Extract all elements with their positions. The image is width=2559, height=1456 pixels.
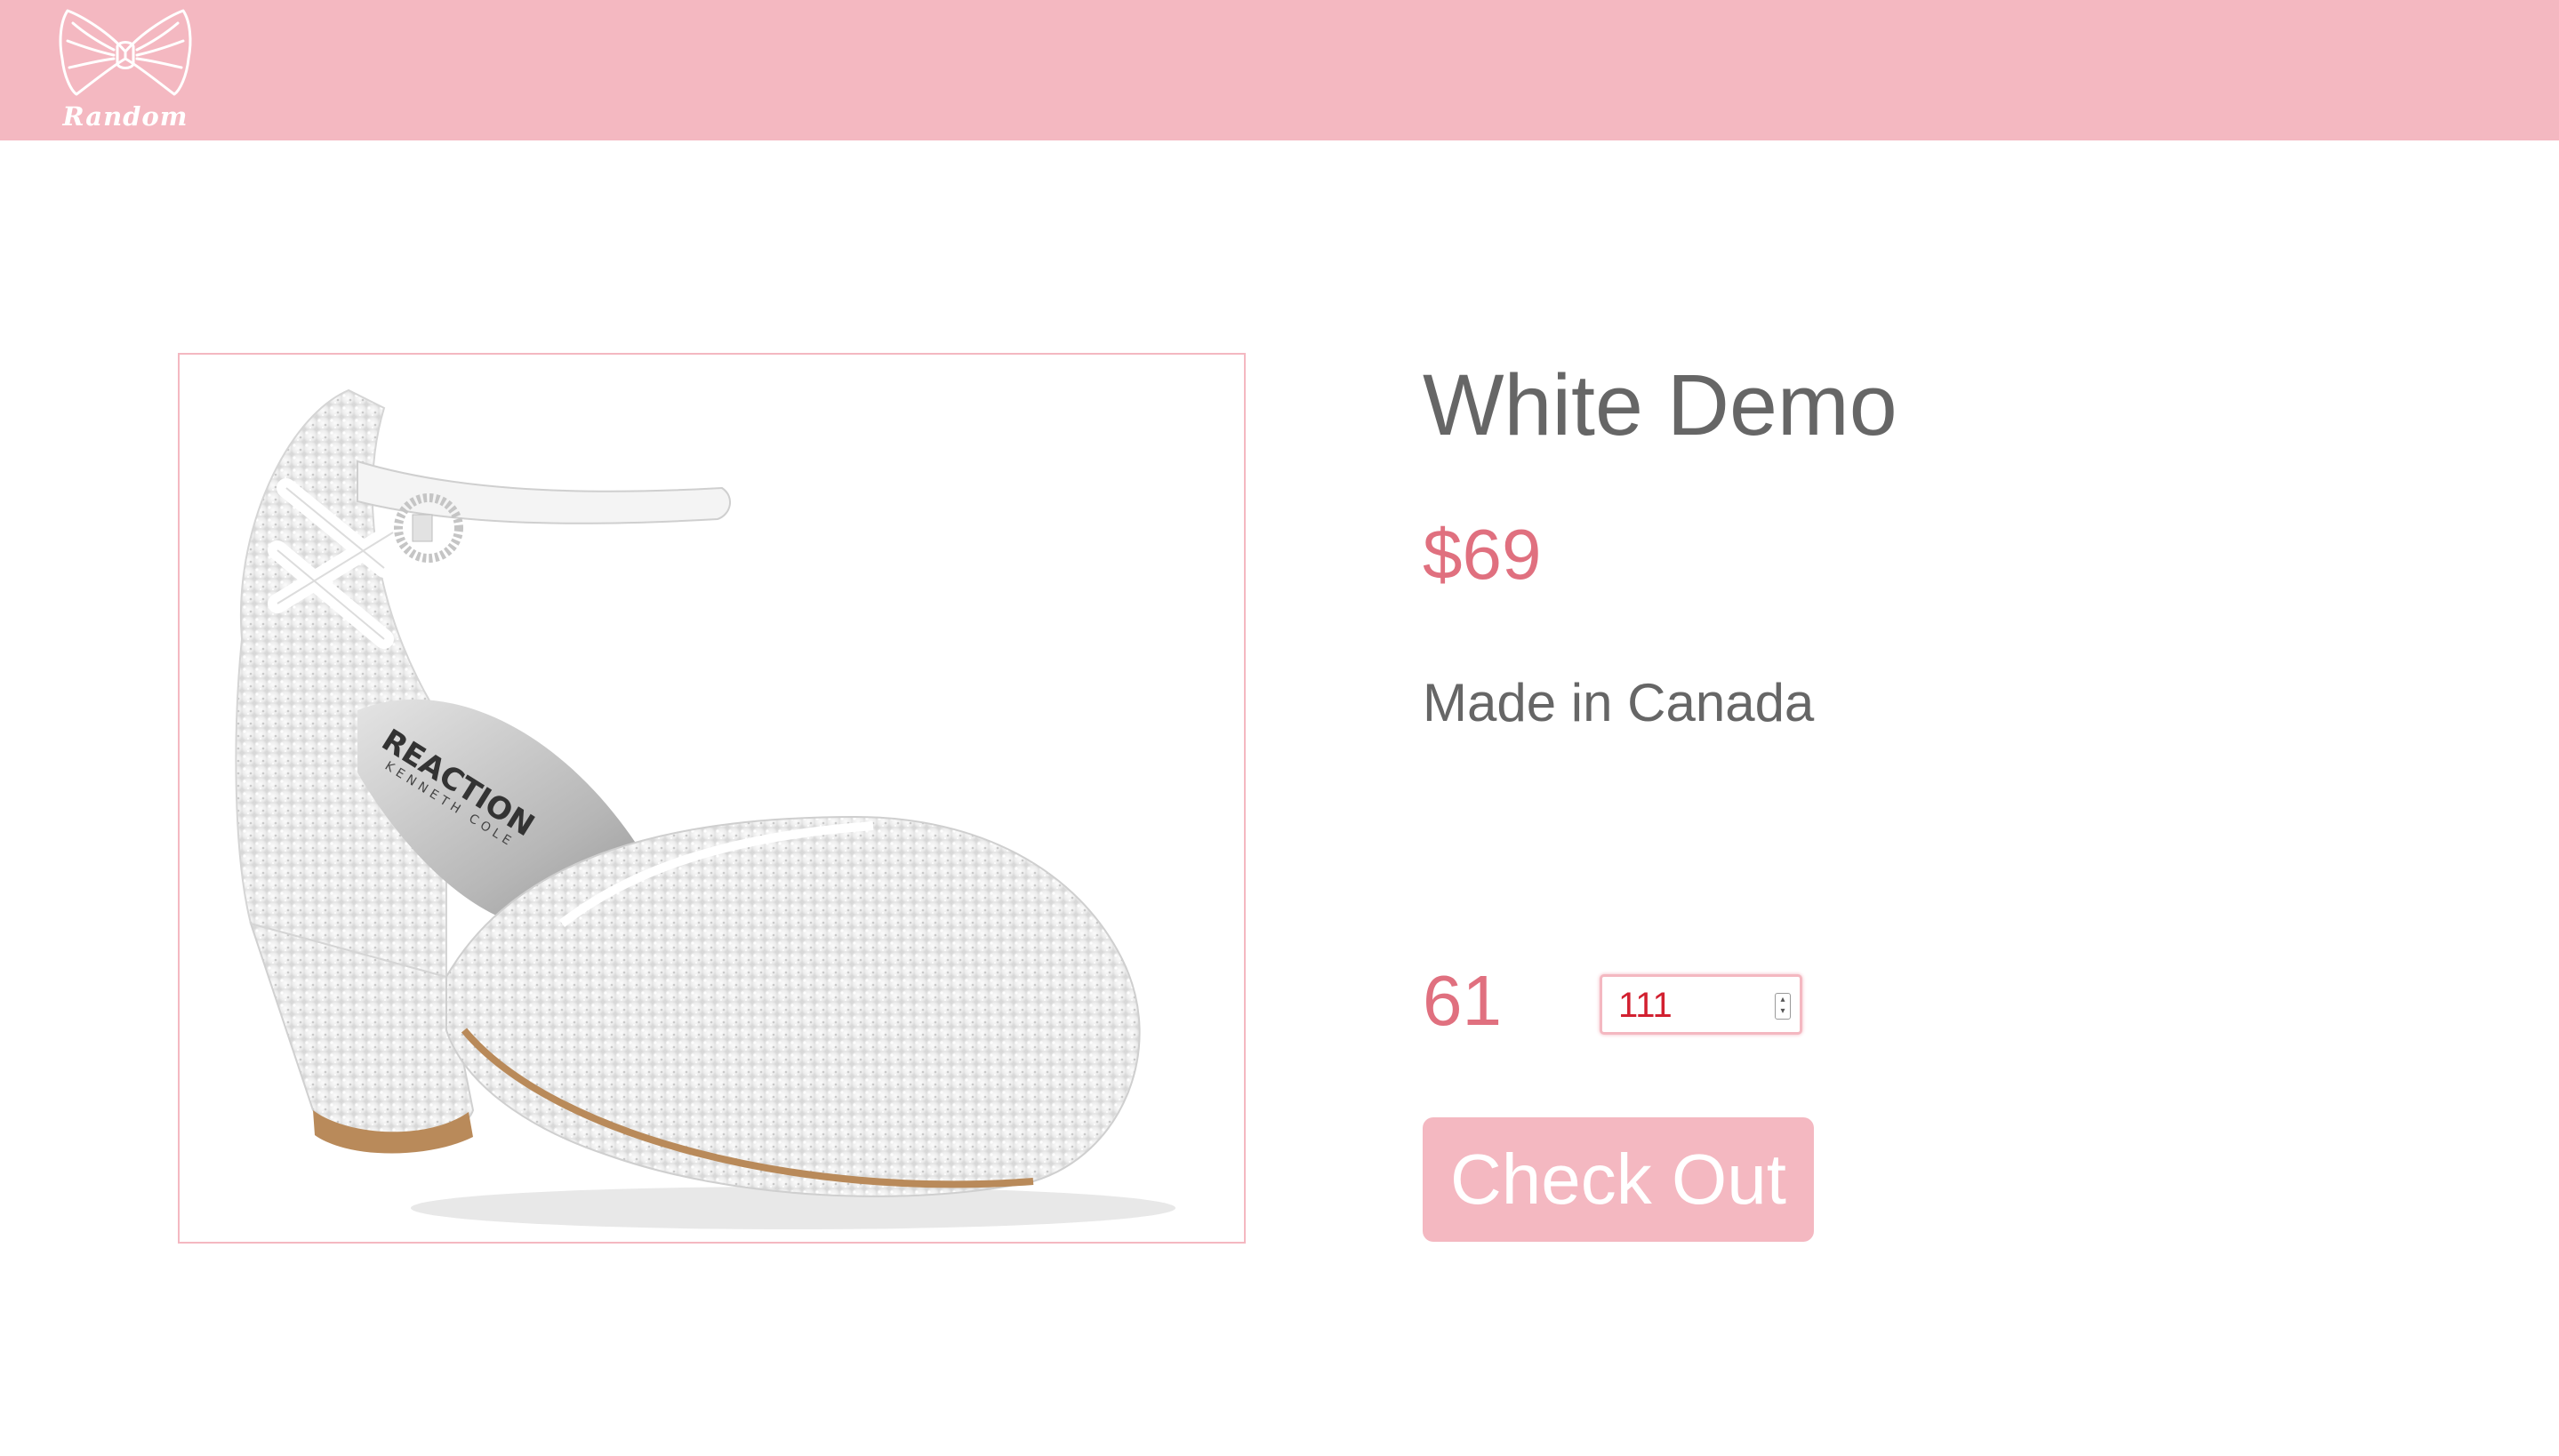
product-price: $69 (1423, 515, 1542, 594)
spinner-arrows-icon[interactable]: ▴ ▾ (1775, 993, 1791, 1020)
quantity-stepper[interactable]: ▴▾ (1600, 974, 1802, 1035)
logo-text: Random (62, 101, 189, 132)
product-image: REACTION KENNETH COLE (178, 353, 1246, 1244)
checkout-button[interactable]: Check Out (1423, 1117, 1814, 1242)
shoe-illustration: REACTION KENNETH COLE (235, 388, 1175, 1229)
site-header: Random (0, 0, 2559, 140)
brand-logo[interactable]: Random (50, 5, 201, 135)
quantity-label: 61 (1423, 961, 1502, 1040)
product-origin: Made in Canada (1423, 673, 1815, 732)
bow-icon (59, 9, 192, 96)
quantity-input[interactable] (1618, 984, 1761, 1027)
product-title: White Demo (1423, 356, 1897, 453)
